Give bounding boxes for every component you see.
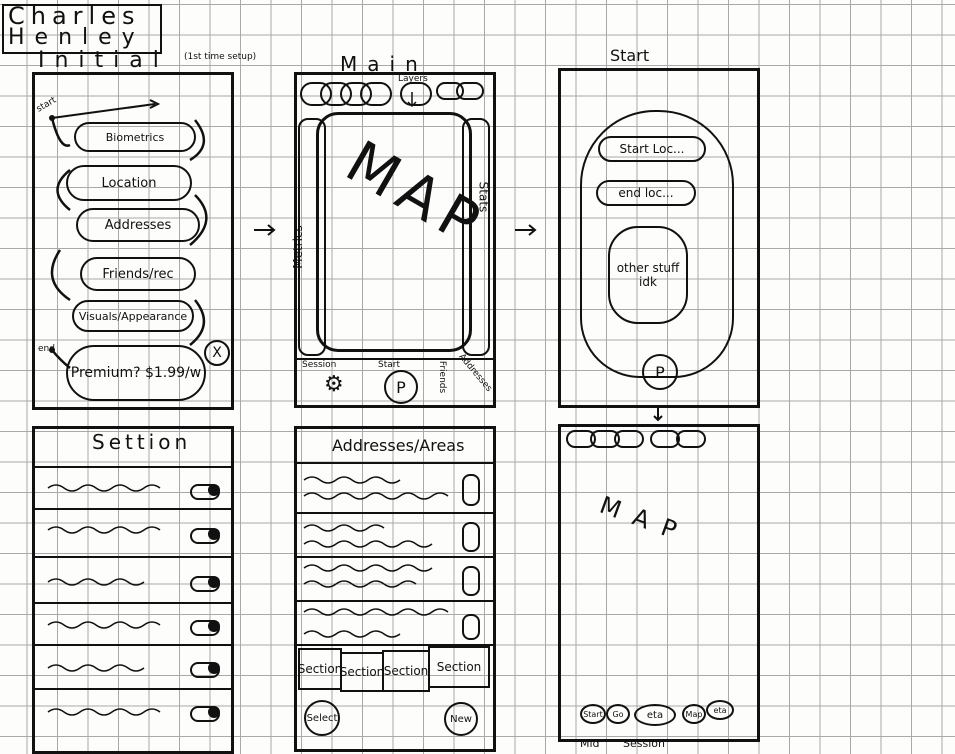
addresses-divider	[294, 556, 493, 558]
session-eta2-button[interactable]: eta	[706, 700, 734, 720]
settings-divider	[32, 602, 231, 604]
nav-friends[interactable]: Friends	[437, 361, 447, 393]
settings-toggle[interactable]	[190, 576, 220, 592]
tab-section-1[interactable]: Section	[298, 648, 342, 690]
end-location-field[interactable]: end loc...	[596, 180, 696, 206]
settings-toggle[interactable]	[190, 620, 220, 636]
tab-section-3[interactable]: Section	[382, 650, 430, 692]
settings-divider	[32, 688, 231, 690]
settings-toggle[interactable]	[190, 706, 220, 722]
session-map-button[interactable]: Map	[682, 704, 706, 724]
new-button[interactable]: New	[444, 702, 478, 736]
step-location[interactable]: Location	[66, 165, 192, 201]
step-biometrics[interactable]: Biometrics	[74, 122, 196, 152]
start-title: Start	[610, 46, 650, 65]
session-eta-button[interactable]: eta	[634, 704, 676, 726]
tab-section-4[interactable]: Section	[428, 646, 490, 688]
settings-divider	[32, 644, 231, 646]
gear-icon[interactable]: ⚙	[324, 372, 344, 397]
address-row-action[interactable]	[462, 474, 480, 506]
layer-toggle-5[interactable]	[400, 82, 432, 106]
layer-toggle-4[interactable]	[360, 82, 392, 106]
address-row-action[interactable]	[462, 614, 480, 640]
settings-toggle[interactable]	[190, 528, 220, 544]
addresses-divider	[294, 600, 493, 602]
go-button[interactable]: P	[642, 354, 678, 390]
session-layer-toggle[interactable]	[676, 430, 706, 448]
address-row-action[interactable]	[462, 522, 480, 552]
settings-divider	[32, 556, 231, 558]
layer-toggle-7[interactable]	[456, 82, 484, 100]
step-visuals[interactable]: Visuals/Appearance	[72, 300, 194, 332]
premium-offer[interactable]: Premium? $1.99/w	[66, 345, 206, 401]
session-layer-toggle[interactable]	[614, 430, 644, 448]
close-icon[interactable]: X	[204, 340, 230, 366]
addresses-divider	[294, 462, 493, 464]
settings-divider	[32, 466, 231, 468]
other-options[interactable]: other stuff idk	[608, 226, 688, 324]
settings-toggle[interactable]	[190, 484, 220, 500]
addresses-title: Addresses/Areas	[332, 436, 465, 455]
settings-title: Settion	[92, 430, 192, 454]
session-phone-frame	[558, 424, 760, 742]
addresses-divider	[294, 512, 493, 514]
select-button[interactable]: Select	[304, 700, 340, 736]
start-button[interactable]: P	[384, 370, 418, 404]
settings-toggle[interactable]	[190, 662, 220, 678]
step-addresses[interactable]: Addresses	[76, 208, 200, 242]
settings-divider	[32, 508, 231, 510]
session-go-button[interactable]: Go	[606, 704, 630, 724]
start-location-field[interactable]: Start Loc...	[598, 136, 706, 162]
address-row-action[interactable]	[462, 566, 480, 596]
step-friends[interactable]: Friends/rec	[80, 257, 196, 291]
nav-start[interactable]: Start	[378, 360, 400, 370]
session-start-button[interactable]: Start	[580, 704, 606, 724]
nav-session[interactable]: Session	[302, 360, 336, 370]
session-footer-label: Mid Session	[580, 737, 665, 750]
tab-section-2[interactable]: Section	[340, 652, 384, 692]
metrics-label: Metrics	[290, 225, 305, 269]
